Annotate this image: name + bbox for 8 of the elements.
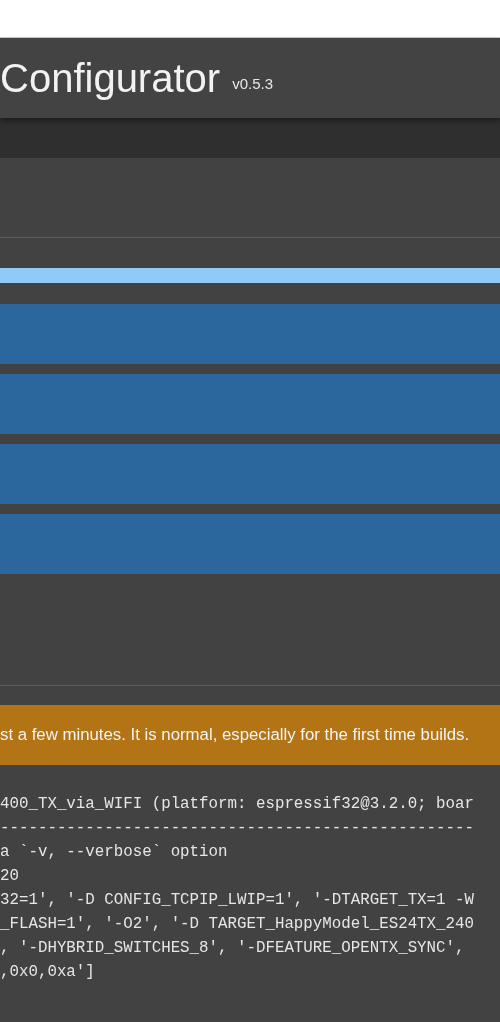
action-button[interactable] [0,304,500,364]
app-title: Configurator [0,58,221,98]
version-label: v0.5.3 [232,74,273,92]
action-button[interactable] [0,374,500,434]
action-button[interactable] [0,444,500,504]
warning-banner: st a few minutes. It is normal, especially for the first time builds. [0,705,500,765]
action-button[interactable] [0,514,500,574]
build-log: 400_TX_via_WIFI (platform: espressif32@3.2.0; boar -------------------------------------------------- a `-v, --verbose` option 20 32=1', '-D CONFIG_TCPIP_LWIP=1', '-DTARGET_TX=1 -W _FLASH=1', '-O2', '-D TARGET_HappyModel_ES24TX_240 , '-DHYBRID_SWITCHES_8', '-DFEATURE_OPENTX_SYNC', ,0x0,0xa'] [0,794,475,983]
